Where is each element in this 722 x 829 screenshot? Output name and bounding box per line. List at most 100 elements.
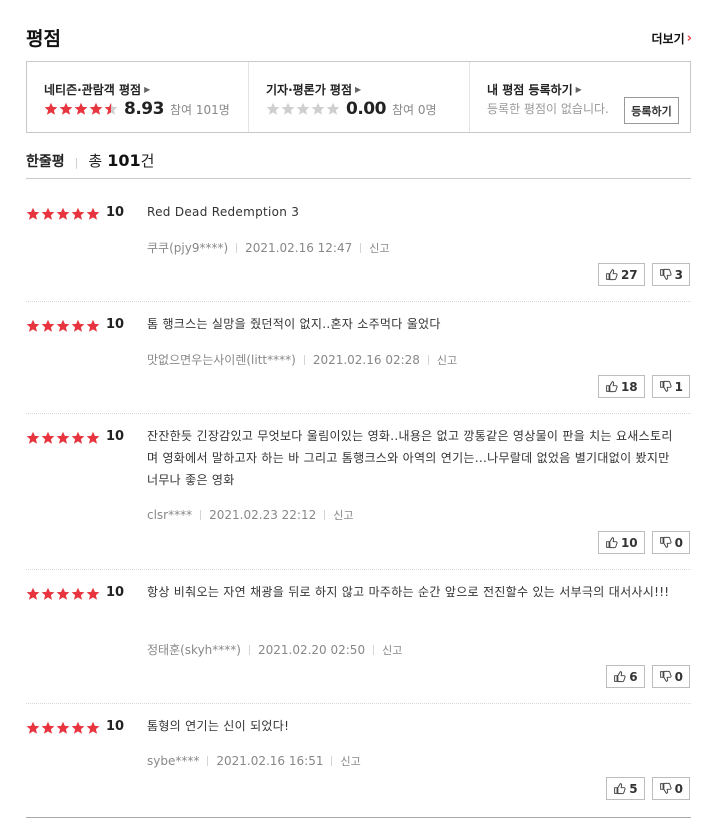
critic-score-label: 기자·평론가 평점 [266, 83, 353, 97]
divider: | [74, 156, 79, 169]
review-meta: 맛없으면우는사이렌(litt****) 2021.02.16 02:28 신고 [147, 351, 457, 368]
review-date: 2021.02.16 16:51 [216, 754, 324, 768]
score-summary-box: 네티즌·관람객 평점 ▶ 8.93 참여 101명 기자·평론가 평점 ▶ 0.… [26, 61, 691, 133]
star-rating [44, 102, 118, 116]
thumbs-down-icon [659, 670, 672, 682]
review-text: 톰형의 연기는 신이 되었다! [147, 719, 290, 733]
divider [26, 413, 691, 414]
star-icon [56, 207, 70, 220]
chevron-right-icon: › [686, 31, 692, 46]
review-meta: sybe**** 2021.02.16 16:51 신고 [147, 753, 361, 769]
review-text: 잔잔한듯 긴장감있고 무엇보다 울림이있는 영화..내용은 없고 깡통같은 영상… [147, 429, 673, 487]
review-date: 2021.02.20 02:50 [257, 642, 366, 657]
report-link[interactable]: 신고 [340, 753, 360, 769]
vote-group: 5 0 [606, 777, 690, 800]
dislike-count: 0 [674, 669, 683, 684]
divider [26, 703, 691, 704]
review-date: 2021.02.23 22:12 [209, 508, 317, 522]
like-button[interactable]: 5 [606, 777, 645, 800]
divider [26, 569, 691, 570]
comment-total-count: 101 [107, 151, 141, 170]
more-link-label: 더보기 [651, 32, 685, 46]
triangle-right-icon: ▶ [144, 85, 151, 94]
critic-score-value: 0.00 [346, 99, 386, 119]
review-date: 2021.02.16 02:28 [312, 352, 420, 367]
like-count: 5 [629, 781, 638, 796]
review-author[interactable]: sybe**** [147, 754, 199, 768]
star-icon [71, 431, 85, 444]
review-score: 10 [106, 429, 125, 444]
report-link[interactable]: 신고 [333, 507, 353, 523]
divider [200, 510, 202, 520]
thumbs-down-icon [659, 782, 672, 794]
vote-group: 27 3 [597, 263, 690, 286]
review-author[interactable]: 맛없으면우는사이렌(litt****) [147, 351, 296, 368]
review-score: 10 [106, 317, 125, 332]
divider [360, 242, 362, 253]
star-rating [26, 207, 100, 221]
dislike-count: 0 [674, 535, 683, 550]
like-button[interactable]: 6 [606, 665, 645, 688]
more-link[interactable]: 더보기 › [652, 30, 692, 47]
like-count: 6 [629, 669, 638, 684]
star-icon [26, 207, 40, 220]
review-text: 항상 비춰오는 자연 채광을 뒤로 하지 않고 마주하는 순간 앞으로 전진할수… [147, 585, 670, 599]
star-icon [41, 431, 55, 444]
triangle-right-icon: ▶ [575, 85, 582, 94]
dislike-button[interactable]: 1 [651, 375, 690, 398]
dislike-count: 0 [674, 781, 683, 796]
star-rating [26, 721, 100, 735]
my-score-label: 내 평점 등록하기 [487, 83, 573, 97]
report-link[interactable]: 신고 [369, 240, 389, 256]
netizen-participant-count: 참여 101명 [169, 102, 230, 117]
dislike-button[interactable]: 0 [651, 531, 690, 554]
review-score: 10 [106, 719, 125, 734]
star-icon [266, 102, 280, 115]
triangle-right-icon: ▶ [355, 85, 362, 94]
critic-score-link[interactable]: 기자·평론가 평점 ▶ [266, 81, 361, 98]
divider [236, 242, 238, 253]
report-link[interactable]: 신고 [437, 352, 457, 368]
divider [427, 354, 429, 365]
like-button[interactable]: 27 [597, 263, 645, 286]
review-text: 톰 행크스는 실망을 줬던적이 없지..혼자 소주먹다 울었다 [147, 317, 441, 331]
comment-header: 한줄평 | 총 101건 [26, 150, 154, 171]
review-author[interactable]: 쿠쿠(pjy9****) [147, 239, 228, 256]
critic-score-panel: 기자·평론가 평점 ▶ 0.00 참여 0명 [248, 62, 469, 132]
star-icon [26, 587, 40, 600]
star-icon [296, 102, 310, 115]
dislike-button[interactable]: 0 [651, 777, 690, 800]
divider [303, 354, 305, 365]
star-icon [89, 102, 103, 115]
vote-group: 6 0 [606, 665, 690, 688]
dislike-button[interactable]: 3 [651, 263, 690, 286]
netizen-score-link[interactable]: 네티즌·관람객 평점 ▶ [44, 81, 150, 98]
divider [331, 756, 333, 766]
thumbs-down-icon [659, 536, 672, 548]
like-count: 27 [620, 267, 638, 282]
star-rating [266, 102, 340, 116]
review-author[interactable]: clsr**** [147, 508, 192, 522]
dislike-count: 3 [674, 267, 683, 282]
star-icon [311, 102, 325, 115]
dislike-button[interactable]: 0 [651, 665, 690, 688]
divider [324, 510, 326, 520]
star-icon [71, 721, 85, 734]
report-link[interactable]: 신고 [382, 642, 402, 658]
star-icon [71, 207, 85, 220]
star-rating [26, 587, 100, 601]
vote-group: 18 1 [597, 375, 690, 398]
review-date: 2021.02.16 12:47 [245, 240, 353, 255]
divider [373, 644, 375, 655]
divider [248, 644, 250, 655]
like-button[interactable]: 10 [597, 531, 645, 554]
netizen-score-panel: 네티즌·관람객 평점 ▶ 8.93 참여 101명 [27, 62, 248, 132]
star-icon [86, 587, 100, 600]
register-rating-button[interactable]: 등록하기 [624, 97, 679, 124]
my-score-link[interactable]: 내 평점 등록하기 ▶ [487, 81, 582, 98]
critic-participant-count: 참여 0명 [391, 102, 437, 117]
divider [26, 817, 691, 818]
review-author[interactable]: 정태훈(skyh****) [147, 641, 241, 658]
dislike-count: 1 [674, 379, 683, 394]
like-button[interactable]: 18 [597, 375, 645, 398]
